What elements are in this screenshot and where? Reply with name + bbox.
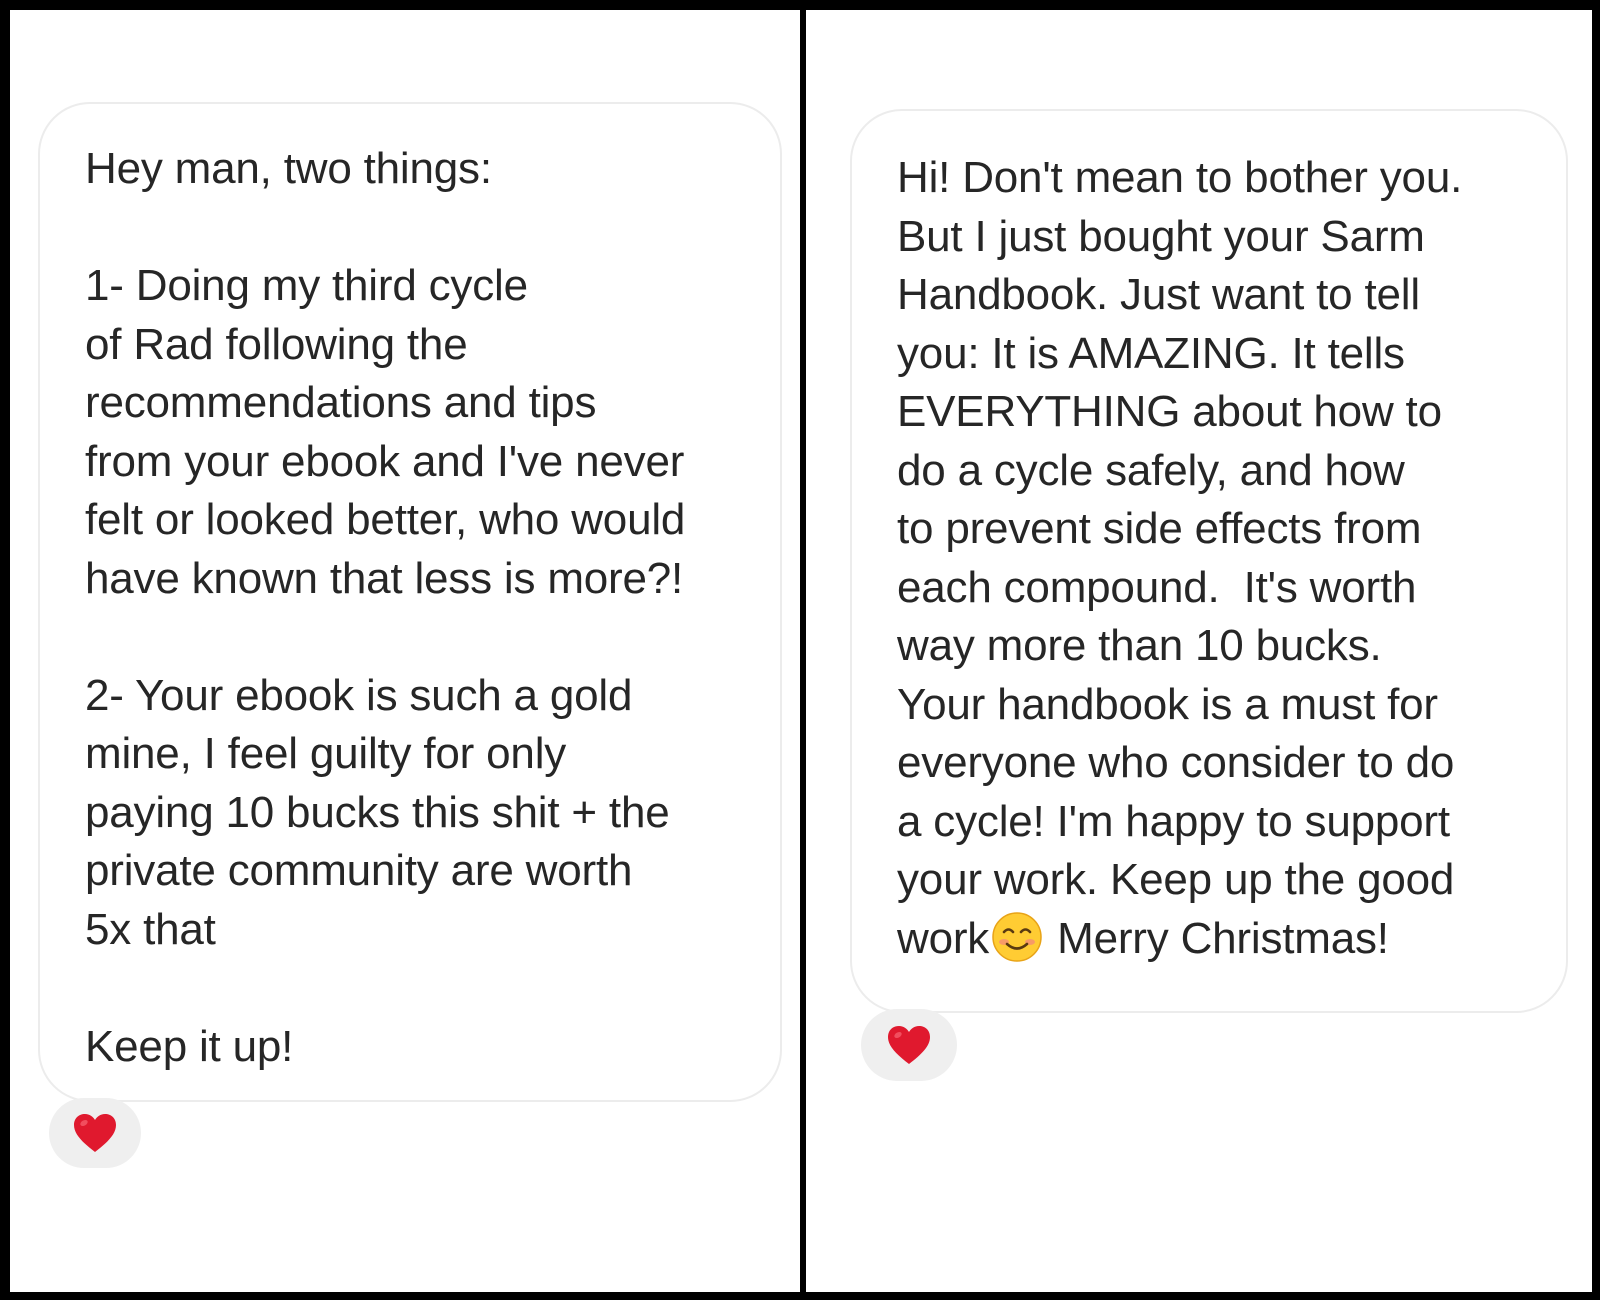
message-line: Keep it up! [85,1021,294,1071]
message-line: 1- Doing my third cycle [85,261,528,310]
message-line: But I just bought your Sarm [897,211,1425,261]
message-line: have known that less is more?! [85,553,684,603]
message-bubble-left[interactable]: Hey man, two things: 1- Doing my third c… [38,102,782,1102]
message-line: private community are worth [85,846,633,895]
message-line: EVERYTHING about how to [897,387,1442,436]
message-line: from your ebook and I've never [85,436,685,486]
message-line: to prevent side effects from [897,504,1422,553]
message-line: felt or looked better, who would [85,495,686,544]
message-line: Handbook. Just want to tell [897,270,1420,319]
message-line: 2- Your ebook is such a gold [85,670,633,720]
message-line: Hi! Don't mean to bother you. [897,153,1463,202]
smiling-face-icon [992,911,1042,962]
message-line: recommendations and tips [85,378,597,427]
right-screenshot-panel: Hi! Don't mean to bother you. But I just… [806,10,1592,1292]
message-line: Your handbook is a must for [897,679,1438,729]
message-line: 5x that [85,904,216,954]
message-line: a cycle! I'm happy to support [897,796,1450,846]
message-line [85,608,760,667]
message-line: you: It is AMAZING. It tells [897,328,1405,378]
message-line-last: work Merry Christmas! [897,910,1556,969]
message-line: each compound. It's worth [897,562,1417,612]
message-line: do a cycle safely, and how [897,445,1405,495]
heart-icon [74,1114,116,1152]
message-line: everyone who consider to do [897,738,1455,787]
last-line-start: work [897,913,990,963]
message-line: of Rad following the [85,319,468,369]
message-line [85,199,760,258]
left-screenshot-panel: Hey man, two things: 1- Doing my third c… [10,10,800,1292]
heart-reaction[interactable] [861,1009,957,1081]
heart-icon [888,1026,930,1064]
message-line: your work. Keep up the good [897,855,1455,904]
message-line [85,959,760,1018]
last-line-end: Merry Christmas! [1045,913,1389,963]
message-line: way more than 10 bucks. [897,621,1382,670]
message-bubble-right[interactable]: Hi! Don't mean to bother you. But I just… [850,109,1568,1013]
heart-reaction[interactable] [49,1098,141,1168]
message-line: mine, I feel guilty for only [85,729,567,778]
message-line: paying 10 bucks this shit + the [85,787,670,837]
message-line: Hey man, two things: [85,144,492,193]
